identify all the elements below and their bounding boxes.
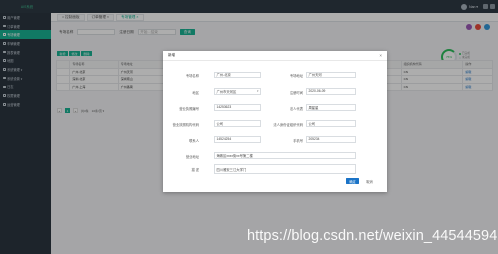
name-input[interactable]: 广州-北京: [214, 71, 261, 78]
confirm-button[interactable]: 确定: [346, 178, 359, 184]
cancel-button[interactable]: 取消: [363, 178, 376, 184]
field-label-legal-person: 法人代表: [289, 106, 303, 111]
chevron-down-icon: ▾: [256, 89, 259, 94]
field-label-legal-id: 法人身份证组织代码: [273, 122, 303, 127]
field-label-reg-date: 注册时间: [289, 90, 303, 95]
address-input[interactable]: 广州天河: [306, 71, 356, 78]
legal-id-input[interactable]: 公司: [306, 120, 356, 127]
license-input[interactable]: 14253623: [214, 104, 261, 111]
field-label-org-code: 营业执照机构代码: [172, 122, 199, 127]
contact-input[interactable]: 14524254: [214, 136, 261, 143]
field-label-name: 专场名称: [185, 74, 199, 78]
watermark: https://blog.csdn.net/weixin_44544594: [247, 228, 498, 244]
field-label-license: 营业执照编号: [179, 106, 199, 111]
region-select[interactable]: 广州市天河区 ▾: [214, 88, 261, 95]
field-label-remark: 描 述: [191, 167, 199, 172]
region-value: 广州市天河区: [216, 89, 237, 94]
org-code-input[interactable]: 公司: [214, 120, 261, 127]
field-label-contact: 联系人: [189, 138, 199, 143]
field-label-address: 专场地址: [289, 74, 303, 78]
remark-textarea[interactable]: 四川雅安三江大学门: [214, 164, 356, 174]
field-label-region: 地区: [192, 90, 199, 95]
legal-person-input[interactable]: 周星星: [306, 104, 356, 111]
dialog-title: 新增: [168, 53, 175, 57]
phone-input[interactable]: 205234: [306, 136, 356, 143]
field-label-phone: 手机号: [293, 138, 303, 143]
field-label-detail-address: 营业地址: [185, 154, 199, 159]
detail-address-input[interactable]: 海珠区xxxx街xx号第二楼: [214, 152, 356, 159]
reg-date-input[interactable]: 2020-06-09: [306, 88, 356, 95]
dialog-header: 新增 ×: [163, 51, 387, 61]
add-venue-dialog: 新增 × 专场名称 广州-北京 专场地址 广州天河 地区 广州市天河区 ▾ 注册…: [163, 51, 387, 192]
close-icon[interactable]: ×: [379, 53, 382, 58]
